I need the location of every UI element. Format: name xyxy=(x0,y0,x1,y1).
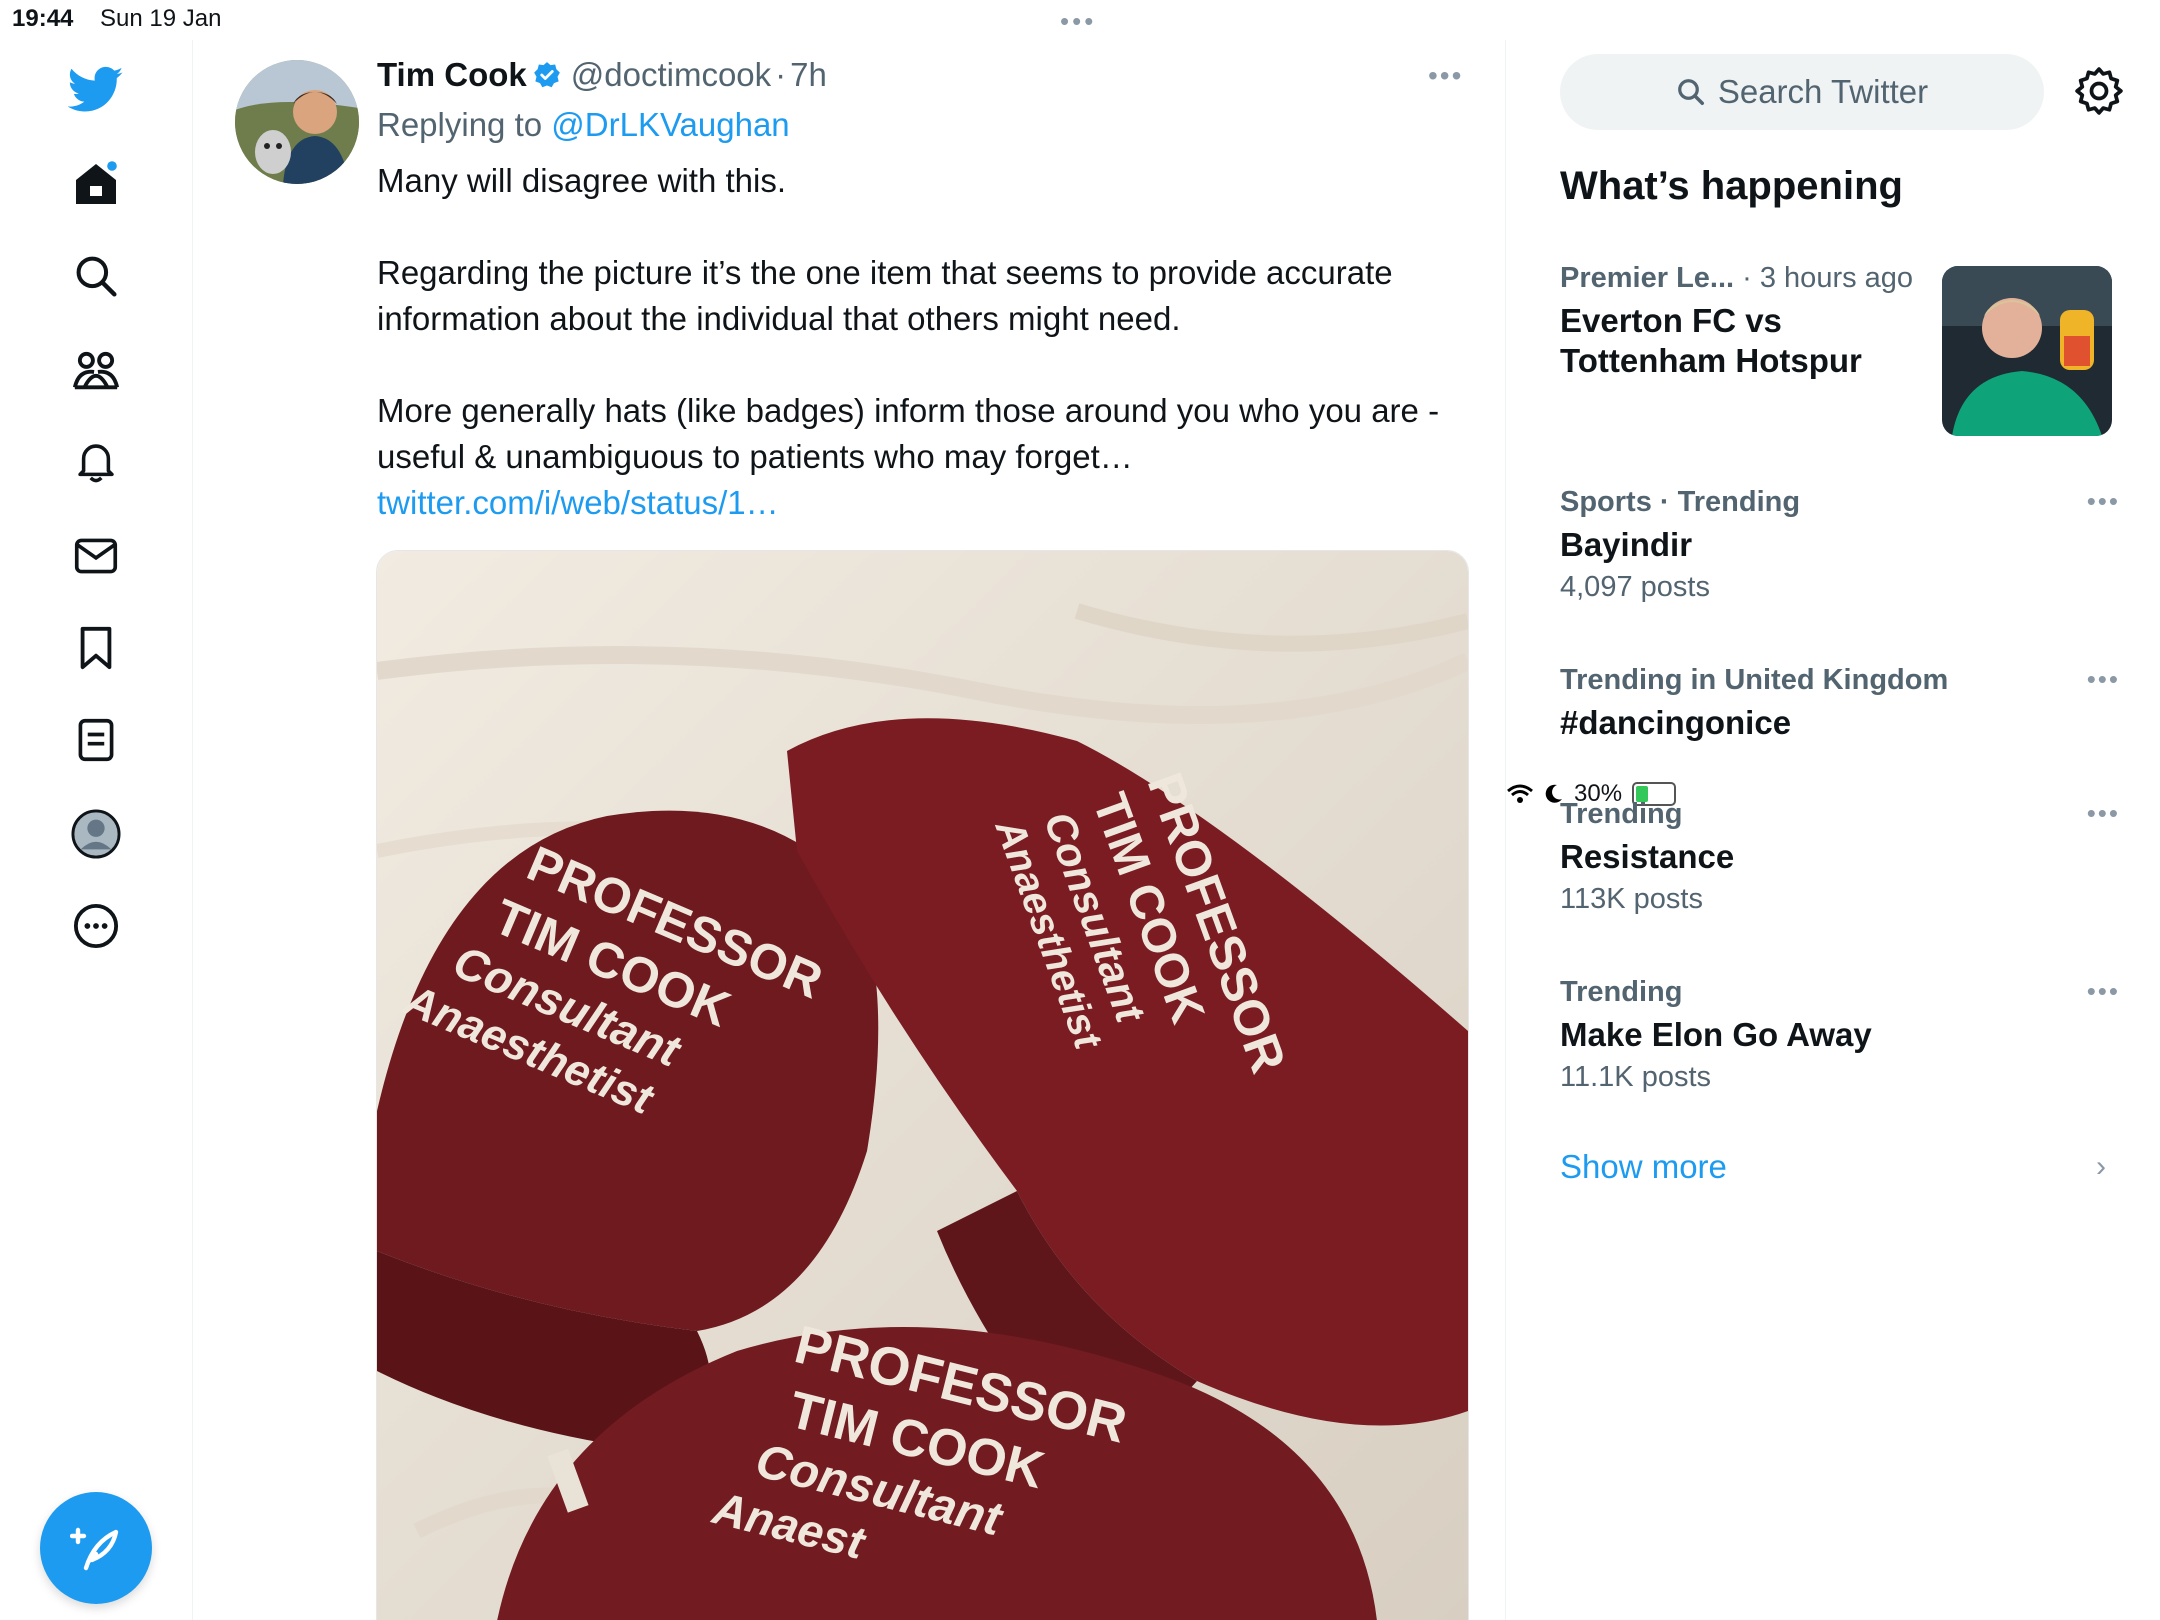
trend-title: Everton FC vs Tottenham Hotspur xyxy=(1560,302,1862,379)
replying-to: Replying to @DrLKVaughan xyxy=(377,106,790,144)
trend-context: Trending xyxy=(1560,798,1683,830)
twitter-logo-icon[interactable] xyxy=(56,50,136,130)
trend-more-icon[interactable]: ••• xyxy=(2087,664,2120,695)
left-nav xyxy=(0,40,193,1620)
tweet-image[interactable]: PROFESSOR TIM COOK Consultant Anaestheti… xyxy=(376,550,1469,1620)
trend-item[interactable]: Trending Resistance 113K posts ••• xyxy=(1560,798,2120,916)
search-bar[interactable]: Search Twitter xyxy=(1560,54,2044,130)
trend-count: 4,097 posts xyxy=(1560,571,1710,603)
compose-icon xyxy=(70,1527,119,1571)
trend-context: Trending in United Kingdom xyxy=(1560,664,1949,696)
trend-time: · 3 hours ago xyxy=(1742,262,1914,294)
status-date: Sun 19 Jan xyxy=(100,5,222,32)
tweet-paragraph-3-text: More generally hats (like badges) inform… xyxy=(377,392,1440,475)
author-avatar[interactable] xyxy=(235,60,359,184)
home-icon[interactable] xyxy=(56,144,136,224)
notifications-icon[interactable] xyxy=(56,422,136,502)
status-time: 19:44 xyxy=(12,5,74,32)
trend-more-icon[interactable]: ••• xyxy=(2087,486,2120,517)
tweet-paragraph-1: Many will disagree with this. xyxy=(377,162,786,199)
replying-to-link[interactable]: @DrLKVaughan xyxy=(551,106,789,143)
chevron-right-icon: › xyxy=(2096,1150,2106,1183)
trend-more-icon[interactable]: ••• xyxy=(2087,798,2120,829)
tweet-text: Many will disagree with this. Regarding t… xyxy=(377,158,1457,526)
trend-category: Premier Le... xyxy=(1560,262,1735,294)
trend-context: Trending xyxy=(1560,976,1683,1008)
profile-icon[interactable] xyxy=(56,794,136,874)
tweet-paragraph-3: More generally hats (like badges) inform… xyxy=(377,388,1457,526)
author-name[interactable]: Tim Cook xyxy=(377,56,527,94)
status-bar: 19:44 Sun 19 Jan ••• 30% xyxy=(0,0,2160,807)
tweet-link[interactable]: twitter.com/i/web/status/1… xyxy=(377,484,779,521)
search-icon xyxy=(1677,79,1704,105)
trend-more-icon[interactable]: ••• xyxy=(2087,976,2120,1007)
compose-button[interactable] xyxy=(40,1492,152,1604)
trend-item[interactable]: Sports · Trending Bayindir 4,097 posts •… xyxy=(1560,486,2120,604)
communities-icon[interactable] xyxy=(56,330,136,410)
show-more-link[interactable]: Show more xyxy=(1560,1148,1727,1186)
trend-thumbnail[interactable] xyxy=(1942,266,2112,436)
tweet-more-options-icon[interactable]: ••• xyxy=(1428,60,1463,92)
right-sidebar: Search Twitter What’s happening Premier … xyxy=(1506,40,2160,1620)
trend-item[interactable]: Trending in United Kingdom #dancingonice… xyxy=(1560,664,2120,743)
more-icon[interactable] xyxy=(56,886,136,966)
tweet-time[interactable]: 7h xyxy=(790,56,827,94)
search-nav-icon[interactable] xyxy=(56,236,136,316)
trend-count: 11.1K posts xyxy=(1560,1061,1712,1093)
author-handle[interactable]: @doctimcook xyxy=(571,56,771,94)
trend-title: Bayindir xyxy=(1560,526,1693,563)
trend-title: Make Elon Go Away xyxy=(1560,1016,1872,1053)
verified-badge-icon xyxy=(533,62,560,88)
main-timeline: Tim Cook @doctimcook · 7h Replying to @D… xyxy=(193,40,1506,1620)
tweet-paragraph-2: Regarding the picture it’s the one item … xyxy=(377,254,1402,337)
trend-title: #dancingonice xyxy=(1560,704,1792,741)
search-placeholder: Search Twitter xyxy=(1717,73,1929,110)
meta-separator: · xyxy=(775,56,787,93)
whats-happening-heading: What’s happening xyxy=(1560,164,1903,208)
tweet-author: Tim Cook @doctimcook · 7h xyxy=(377,56,827,94)
bookmarks-icon[interactable] xyxy=(56,608,136,688)
trend-context: Sports · Trending xyxy=(1560,486,1801,518)
trend-item[interactable]: Trending Make Elon Go Away 11.1K posts •… xyxy=(1560,976,2120,1094)
lists-icon[interactable] xyxy=(56,700,136,780)
multitasking-dots[interactable]: ••• xyxy=(1060,6,1096,37)
replying-label: Replying to xyxy=(377,106,543,143)
settings-gear-icon[interactable] xyxy=(2074,66,2124,116)
messages-icon[interactable] xyxy=(56,516,136,596)
trend-count: 113K posts xyxy=(1560,883,1703,915)
trend-title: Resistance xyxy=(1560,838,1735,875)
